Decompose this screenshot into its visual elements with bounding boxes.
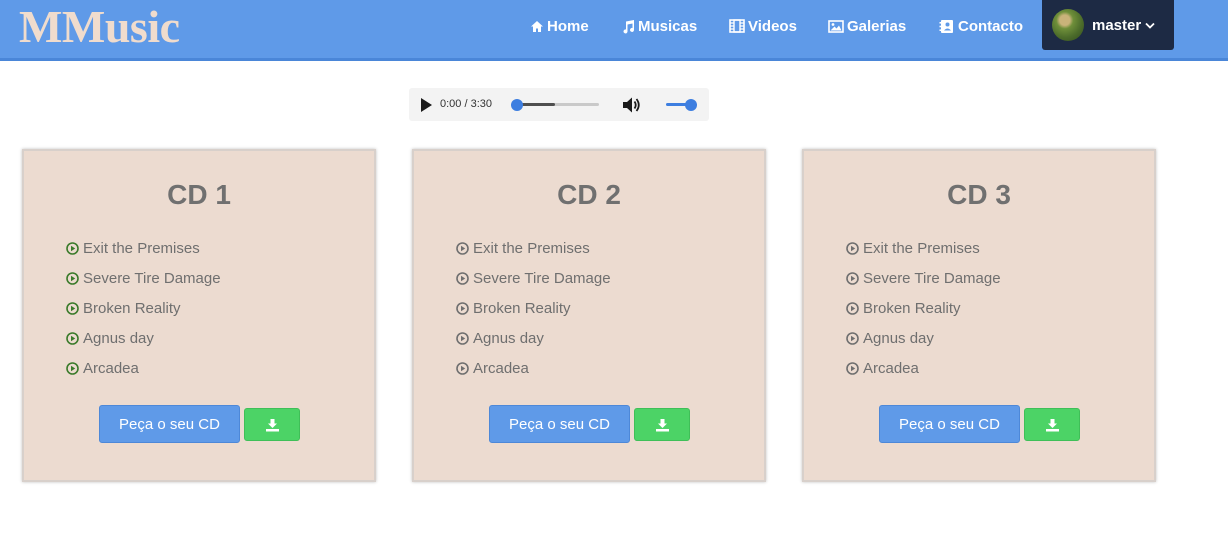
music-note-icon xyxy=(623,19,634,33)
nav-galerias[interactable]: Galerias xyxy=(828,15,906,37)
play-circle-icon xyxy=(456,271,469,285)
track-item[interactable]: Arcadea xyxy=(66,353,221,383)
track-title: Agnus day xyxy=(863,329,934,347)
audio-player: 0:00 / 3:30 xyxy=(409,88,709,121)
order-cd-button[interactable]: Peça o seu CD xyxy=(489,405,630,443)
track-item[interactable]: Broken Reality xyxy=(846,293,1001,323)
download-icon xyxy=(655,418,669,431)
navbar: MMusic Home Musicas Videos Galerias Cont… xyxy=(0,0,1228,61)
track-title: Arcadea xyxy=(863,359,919,377)
nav-home-label: Home xyxy=(547,17,589,35)
track-list: Exit the Premises Severe Tire Damage Bro… xyxy=(66,233,221,383)
play-circle-icon xyxy=(846,301,859,315)
download-button[interactable] xyxy=(1024,408,1080,441)
nav-musicas[interactable]: Musicas xyxy=(622,15,697,37)
play-circle-icon xyxy=(66,241,79,255)
download-button[interactable] xyxy=(634,408,690,441)
chevron-down-icon xyxy=(1145,22,1155,29)
play-icon[interactable] xyxy=(421,98,432,112)
play-circle-icon xyxy=(846,241,859,255)
download-icon xyxy=(1045,418,1059,431)
download-icon xyxy=(265,418,279,431)
time-display: 0:00 / 3:30 xyxy=(440,98,492,110)
progress-bar[interactable] xyxy=(517,103,599,106)
track-title: Severe Tire Damage xyxy=(863,269,1001,287)
avatar xyxy=(1052,9,1084,41)
brand-logo[interactable]: MMusic xyxy=(19,2,180,52)
play-circle-icon xyxy=(456,331,469,345)
track-title: Agnus day xyxy=(83,329,154,347)
nav-contacto-label: Contacto xyxy=(958,17,1023,35)
play-circle-icon xyxy=(846,271,859,285)
track-item[interactable]: Severe Tire Damage xyxy=(456,263,611,293)
track-title: Exit the Premises xyxy=(473,239,590,257)
track-item[interactable]: Severe Tire Damage xyxy=(66,263,221,293)
order-cd-button[interactable]: Peça o seu CD xyxy=(99,405,240,443)
cd-card-2: CD 2 Exit the Premises Severe Tire Damag… xyxy=(412,149,766,482)
download-button[interactable] xyxy=(244,408,300,441)
play-circle-icon xyxy=(66,271,79,285)
film-icon xyxy=(729,19,745,33)
track-title: Severe Tire Damage xyxy=(473,269,611,287)
track-list: Exit the Premises Severe Tire Damage Bro… xyxy=(456,233,611,383)
track-title: Exit the Premises xyxy=(863,239,980,257)
track-title: Arcadea xyxy=(473,359,529,377)
nav-musicas-label: Musicas xyxy=(638,17,698,35)
nav-contacto[interactable]: Contacto xyxy=(939,15,1023,37)
play-circle-icon xyxy=(66,331,79,345)
track-list: Exit the Premises Severe Tire Damage Bro… xyxy=(846,233,1001,383)
progress-thumb[interactable] xyxy=(511,99,523,111)
track-title: Broken Reality xyxy=(863,299,961,317)
play-circle-icon xyxy=(456,301,469,315)
nav-galerias-label: Galerias xyxy=(847,17,907,35)
user-menu[interactable]: master xyxy=(1042,0,1174,50)
user-name: master xyxy=(1092,16,1142,34)
play-circle-icon xyxy=(456,241,469,255)
play-circle-icon xyxy=(456,361,469,375)
volume-icon[interactable] xyxy=(622,96,642,114)
track-item[interactable]: Agnus day xyxy=(66,323,221,353)
track-item[interactable]: Exit the Premises xyxy=(456,233,611,263)
track-title: Severe Tire Damage xyxy=(83,269,221,287)
play-circle-icon xyxy=(66,361,79,375)
address-book-icon xyxy=(939,19,953,33)
track-title: Broken Reality xyxy=(473,299,571,317)
cd-title: CD 2 xyxy=(557,179,621,210)
track-item[interactable]: Broken Reality xyxy=(66,293,221,323)
play-circle-icon xyxy=(846,361,859,375)
nav-videos-label: Videos xyxy=(748,17,797,35)
track-title: Arcadea xyxy=(83,359,139,377)
track-item[interactable]: Exit the Premises xyxy=(846,233,1001,263)
cd-card-1: CD 1 Exit the Premises Severe Tire Damag… xyxy=(22,149,376,482)
track-title: Broken Reality xyxy=(83,299,181,317)
track-item[interactable]: Broken Reality xyxy=(456,293,611,323)
track-item[interactable]: Agnus day xyxy=(456,323,611,353)
home-icon xyxy=(531,20,543,32)
track-title: Exit the Premises xyxy=(83,239,200,257)
cd-title: CD 3 xyxy=(947,179,1011,210)
order-cd-button[interactable]: Peça o seu CD xyxy=(879,405,1020,443)
play-circle-icon xyxy=(846,331,859,345)
track-item[interactable]: Arcadea xyxy=(846,353,1001,383)
cd-title: CD 1 xyxy=(167,179,231,210)
track-item[interactable]: Agnus day xyxy=(846,323,1001,353)
track-item[interactable]: Arcadea xyxy=(456,353,611,383)
cd-card-3: CD 3 Exit the Premises Severe Tire Damag… xyxy=(802,149,1156,482)
track-item[interactable]: Severe Tire Damage xyxy=(846,263,1001,293)
track-title: Agnus day xyxy=(473,329,544,347)
play-circle-icon xyxy=(66,301,79,315)
volume-thumb[interactable] xyxy=(685,99,697,111)
nav-videos[interactable]: Videos xyxy=(729,15,797,37)
track-item[interactable]: Exit the Premises xyxy=(66,233,221,263)
image-icon xyxy=(828,19,844,33)
nav-home[interactable]: Home xyxy=(530,15,589,37)
